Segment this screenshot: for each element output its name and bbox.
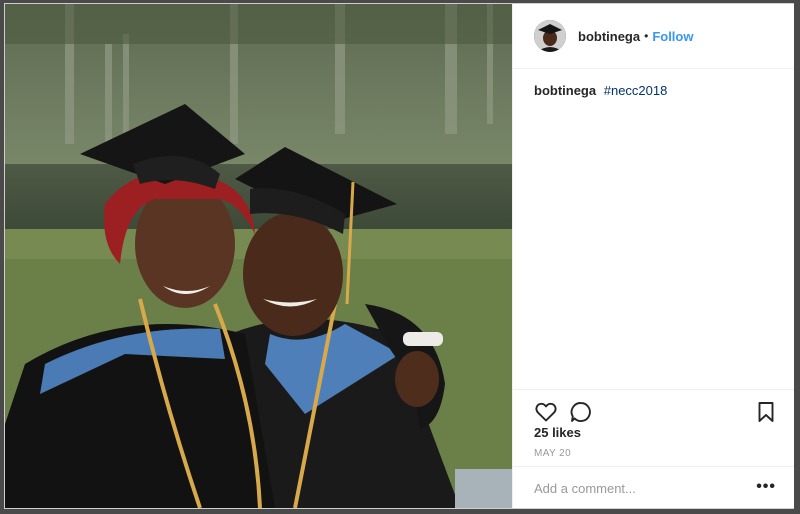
post-modal: bobtinega • Follow bobtinega #necc2018 2… bbox=[4, 3, 794, 509]
comment-input[interactable] bbox=[534, 477, 734, 499]
bookmark-icon-graphic bbox=[758, 402, 774, 422]
likes-count[interactable]: 25 likes bbox=[534, 425, 581, 440]
heart-outline-icon[interactable] bbox=[534, 400, 558, 424]
header-separator: • bbox=[644, 29, 649, 43]
post-date: MAY 20 bbox=[534, 448, 572, 459]
speech-bubble-icon-graphic bbox=[570, 402, 591, 422]
caption-hashtag[interactable]: #necc2018 bbox=[604, 83, 668, 98]
post-photo[interactable] bbox=[5, 4, 512, 508]
post-side-panel: bobtinega • Follow bobtinega #necc2018 2… bbox=[512, 4, 794, 508]
heart-outline-icon-graphic bbox=[535, 402, 557, 422]
header-text: bobtinega • Follow bbox=[578, 29, 693, 44]
post-header: bobtinega • Follow bbox=[513, 4, 794, 69]
more-options-icon[interactable]: ••• bbox=[756, 479, 776, 495]
bookmark-icon[interactable] bbox=[754, 400, 778, 424]
follow-button[interactable]: Follow bbox=[652, 29, 693, 44]
graduation-photo-illustration bbox=[5, 4, 512, 508]
speech-bubble-icon[interactable] bbox=[569, 400, 593, 424]
comment-bar: ••• bbox=[513, 466, 794, 509]
post-caption: bobtinega #necc2018 bbox=[534, 82, 778, 100]
caption-username[interactable]: bobtinega bbox=[534, 83, 596, 98]
avatar[interactable] bbox=[534, 20, 566, 52]
header-username[interactable]: bobtinega bbox=[578, 29, 640, 44]
avatar-image bbox=[534, 20, 566, 52]
